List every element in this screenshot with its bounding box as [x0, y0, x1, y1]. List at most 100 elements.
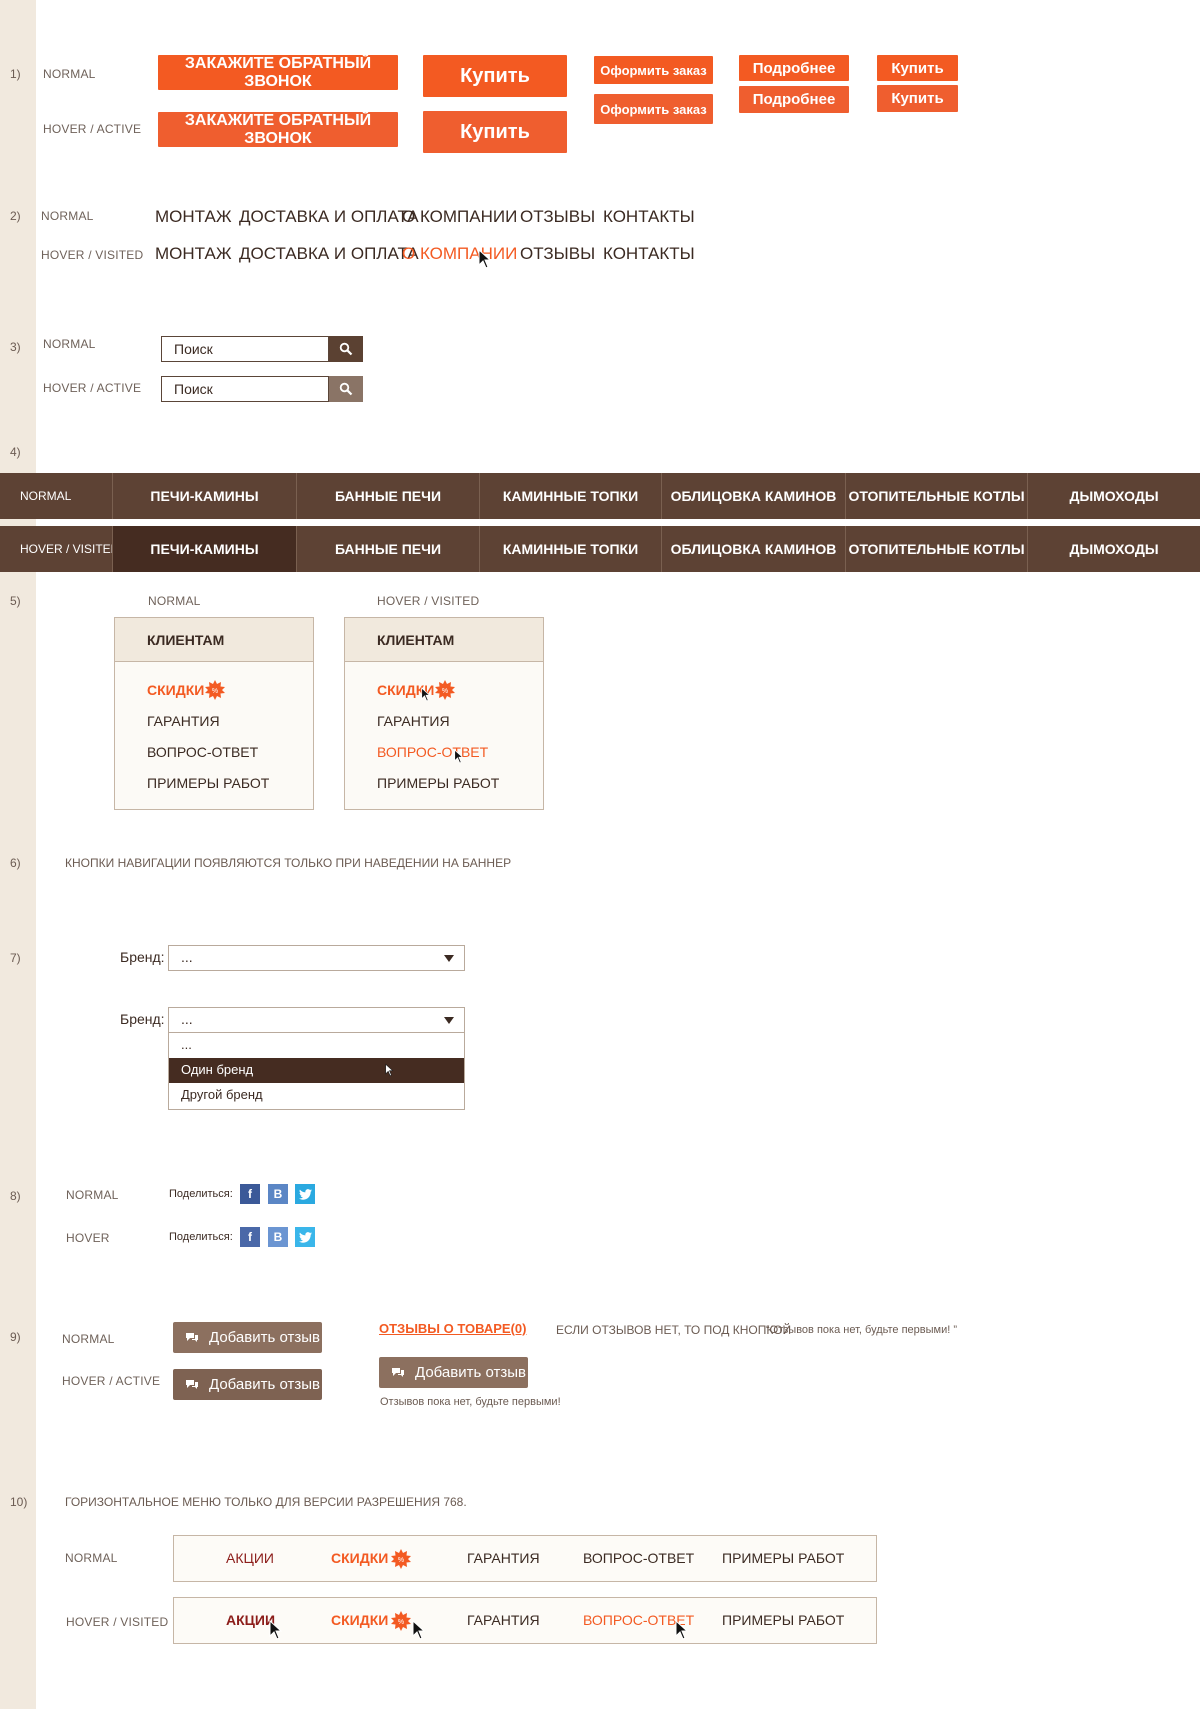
- callback-button-hover[interactable]: ЗАКАЖИТЕ ОБРАТНЫЙ ЗВОНОК: [158, 112, 398, 147]
- search-button-hover[interactable]: [329, 376, 363, 402]
- add-review-button-hover[interactable]: Добавить отзыв: [173, 1369, 322, 1400]
- add-review-button[interactable]: Добавить отзыв: [173, 1322, 322, 1353]
- top-menu-about-hover[interactable]: О КОМПАНИИ: [402, 244, 517, 264]
- vk-icon[interactable]: В: [268, 1184, 288, 1204]
- brand-select[interactable]: ...: [168, 945, 465, 971]
- state-label-normal: NORMAL: [20, 489, 72, 503]
- top-menu-contacts[interactable]: КОНТАКТЫ: [603, 207, 695, 227]
- brand-select-open[interactable]: ...: [168, 1007, 465, 1033]
- hmenu-item-discounts[interactable]: СКИДКИ: [331, 1550, 388, 1566]
- hmenu-item-faq[interactable]: ВОПРОС-ОТВЕТ: [583, 1550, 694, 1566]
- svg-text:%: %: [212, 688, 218, 695]
- discount-badge-icon: %: [205, 680, 225, 700]
- search-input[interactable]: Поиск: [161, 336, 329, 362]
- top-menu-delivery[interactable]: ДОСТАВКА И ОПЛАТА: [239, 244, 419, 264]
- nav-item-fireboxes[interactable]: КАМИННЫЕ ТОПКИ: [479, 473, 661, 519]
- section-number-5: 5): [10, 594, 21, 608]
- state-label-normal: NORMAL: [65, 1551, 118, 1565]
- nav-item-bath-stoves[interactable]: БАННЫЕ ПЕЧИ: [296, 526, 479, 572]
- discount-badge-icon: %: [391, 1549, 411, 1569]
- top-menu-installation[interactable]: МОНТАЖ: [155, 207, 232, 227]
- nav-item-chimneys[interactable]: ДЫМОХОДЫ: [1027, 473, 1200, 519]
- details-button-hover[interactable]: Подробнее: [739, 86, 849, 113]
- discount-badge-icon: %: [435, 680, 455, 700]
- main-nav-hover: HOVER / VISITED ПЕЧИ-КАМИНЫ БАННЫЕ ПЕЧИ …: [0, 526, 1200, 572]
- nav-item-stoves-active[interactable]: ПЕЧИ-КАМИНЫ: [112, 526, 296, 572]
- nav-item-fireboxes[interactable]: КАМИННЫЕ ТОПКИ: [479, 526, 661, 572]
- vk-icon[interactable]: В: [268, 1227, 288, 1247]
- search-button[interactable]: [329, 336, 363, 362]
- dropdown-item-warranty[interactable]: ГАРАНТИЯ: [147, 713, 220, 729]
- nav-item-cladding[interactable]: ОБЛИЦОВКА КАМИНОВ: [661, 526, 845, 572]
- left-margin-strip: [0, 0, 36, 1709]
- add-review-button[interactable]: Добавить отзыв: [379, 1357, 528, 1388]
- hmenu-item-portfolio[interactable]: ПРИМЕРЫ РАБОТ: [722, 1612, 844, 1628]
- buy-button-small[interactable]: Купить: [877, 55, 958, 81]
- top-menu-reviews[interactable]: ОТЗЫВЫ: [520, 244, 595, 264]
- add-review-label: Добавить отзыв: [415, 1364, 526, 1381]
- state-label-hover-visited: HOVER / VISITED: [377, 594, 480, 608]
- share-label: Поделиться:: [169, 1231, 233, 1243]
- mouse-cursor-icon: [675, 1620, 689, 1640]
- top-menu-about[interactable]: О КОМПАНИИ: [402, 207, 517, 227]
- product-reviews-link[interactable]: ОТЗЫВЫ О ТОВАРЕ(0): [379, 1321, 526, 1336]
- state-label-hover-visited: HOVER / VISITED: [20, 542, 120, 556]
- dropdown-item-faq[interactable]: ВОПРОС-ОТВЕТ: [147, 744, 258, 760]
- mouse-cursor-icon: [412, 1620, 426, 1640]
- chat-bubble-icon: [186, 1332, 198, 1342]
- brand-option[interactable]: ...: [169, 1033, 464, 1058]
- details-button[interactable]: Подробнее: [739, 55, 849, 81]
- facebook-icon[interactable]: f: [240, 1184, 260, 1204]
- nav-item-bath-stoves[interactable]: БАННЫЕ ПЕЧИ: [296, 473, 479, 519]
- chat-bubble-icon: [186, 1379, 198, 1389]
- dropdown-title: КЛИЕНТАМ: [115, 618, 313, 662]
- nav-item-boilers[interactable]: ОТОПИТЕЛЬНЫЕ КОТЛЫ: [845, 526, 1027, 572]
- mouse-cursor-icon: [421, 687, 431, 702]
- reviews-empty-message: Отзывов пока нет, будьте первыми!: [380, 1396, 561, 1408]
- brand-option[interactable]: Другой бренд: [169, 1083, 464, 1108]
- dropdown-item-faq-hover[interactable]: ВОПРОС-ОТВЕТ: [377, 744, 488, 760]
- brand-option-highlighted[interactable]: Один бренд: [169, 1058, 464, 1083]
- section-number-6: 6): [10, 856, 21, 870]
- buy-button-large[interactable]: Купить: [423, 55, 567, 97]
- facebook-icon[interactable]: f: [240, 1227, 260, 1247]
- state-label-normal: NORMAL: [41, 209, 94, 223]
- state-label-normal: NORMAL: [62, 1332, 115, 1346]
- hmenu-item-discounts[interactable]: СКИДКИ: [331, 1612, 388, 1628]
- dropdown-item-portfolio[interactable]: ПРИМЕРЫ РАБОТ: [147, 775, 269, 791]
- nav-item-chimneys[interactable]: ДЫМОХОДЫ: [1027, 526, 1200, 572]
- hmenu-item-warranty[interactable]: ГАРАНТИЯ: [467, 1550, 540, 1566]
- top-menu-delivery[interactable]: ДОСТАВКА И ОПЛАТА: [239, 207, 419, 227]
- buy-button-large-hover[interactable]: Купить: [423, 111, 567, 153]
- top-menu-contacts[interactable]: КОНТАКТЫ: [603, 244, 695, 264]
- checkout-button[interactable]: Оформить заказ: [594, 56, 713, 84]
- state-label-hover-active: HOVER / ACTIVE: [62, 1374, 161, 1388]
- buy-button-small-hover[interactable]: Купить: [877, 85, 958, 112]
- nav-item-stoves[interactable]: ПЕЧИ-КАМИНЫ: [112, 473, 296, 519]
- callback-button[interactable]: ЗАКАЖИТЕ ОБРАТНЫЙ ЗВОНОК: [158, 55, 398, 90]
- reviews-empty-note: ЕСЛИ ОТЗЫВОВ НЕТ, ТО ПОД КНОПКОЙ: [556, 1323, 792, 1337]
- hmenu-item-promotions[interactable]: АКЦИИ: [226, 1550, 274, 1566]
- top-menu-installation[interactable]: МОНТАЖ: [155, 244, 232, 264]
- add-review-label: Добавить отзыв: [209, 1329, 320, 1346]
- search-input[interactable]: Поиск: [161, 376, 329, 402]
- twitter-icon[interactable]: [295, 1184, 315, 1204]
- section-number-7: 7): [10, 951, 21, 965]
- top-menu-reviews[interactable]: ОТЗЫВЫ: [520, 207, 595, 227]
- twitter-icon[interactable]: [295, 1227, 315, 1247]
- banner-nav-note: КНОПКИ НАВИГАЦИИ ПОЯВЛЯЮТСЯ ТОЛЬКО ПРИ Н…: [65, 856, 512, 870]
- nav-item-boilers[interactable]: ОТОПИТЕЛЬНЫЕ КОТЛЫ: [845, 473, 1027, 519]
- hmenu-item-portfolio[interactable]: ПРИМЕРЫ РАБОТ: [722, 1550, 844, 1566]
- dropdown-item-portfolio[interactable]: ПРИМЕРЫ РАБОТ: [377, 775, 499, 791]
- nav-item-cladding[interactable]: ОБЛИЦОВКА КАМИНОВ: [661, 473, 845, 519]
- hmenu-item-warranty[interactable]: ГАРАНТИЯ: [467, 1612, 540, 1628]
- add-review-label: Добавить отзыв: [209, 1376, 320, 1393]
- section-number-4: 4): [10, 445, 21, 459]
- section-number-8: 8): [10, 1189, 21, 1203]
- dropdown-item-discounts[interactable]: СКИДКИ: [147, 682, 204, 698]
- chat-bubble-icon: [392, 1367, 404, 1377]
- brand-label: Бренд:: [120, 1011, 165, 1027]
- dropdown-item-warranty[interactable]: ГАРАНТИЯ: [377, 713, 450, 729]
- checkout-button-hover[interactable]: Оформить заказ: [594, 94, 713, 124]
- hmenu-item-promotions-hover[interactable]: АКЦИИ: [226, 1612, 275, 1628]
